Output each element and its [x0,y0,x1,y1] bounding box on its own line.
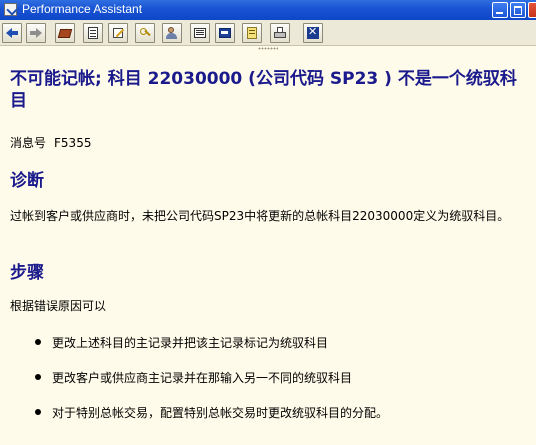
printer-icon [274,27,286,39]
arrow-left-icon [6,27,18,39]
notes-icon [246,27,258,39]
document-button[interactable] [190,23,210,43]
help-content: 不可能记帐; 科目 22030000 (公司代码 SP23 ) 不是一个统驭科目… [0,50,536,445]
close-button[interactable] [303,23,323,43]
diagnosis-title: 诊断 [10,171,44,191]
diagnosis-text: 过帐到客户或供应商时，未把公司代码SP23中将更新的总帐科目22030000定义… [10,209,510,223]
close-window-button[interactable] [528,2,536,18]
users-button[interactable] [162,23,182,43]
print-button[interactable] [270,23,290,43]
list-item: 更改上述科目的主记录并把该主记录标记为统驭科目 [34,334,328,351]
technical-info-button[interactable] [83,23,103,43]
back-button[interactable] [2,23,22,43]
toolbar [0,20,536,46]
list-item: 对于特别总帐交易，配置特别总帐交易时更改统驭科目的分配。 [34,404,388,421]
arrow-right-icon [30,27,42,39]
key-icon [139,27,151,39]
message-number-line: 消息号 F5355 [10,134,91,151]
app-icon [4,3,17,16]
book-icon [59,27,71,39]
notes-button[interactable] [242,23,262,43]
keys-button[interactable] [135,23,155,43]
procedure-title: 步骤 [10,263,44,283]
minimize-button[interactable] [492,2,508,18]
panel-icon [219,27,231,39]
info-panel-button[interactable] [215,23,235,43]
user-icon [166,27,178,39]
edit-button[interactable] [108,23,128,43]
close-icon [307,25,319,39]
message-heading: 不可能记帐; 科目 22030000 (公司代码 SP23 ) 不是一个统驭科目 [10,69,517,111]
message-number: F5355 [54,136,92,150]
help-library-button[interactable] [55,23,75,43]
document-icon [194,27,206,39]
window-title: Performance Assistant [22,2,143,16]
message-number-label: 消息号 [10,136,47,150]
forward-button[interactable] [26,23,46,43]
maximize-button[interactable] [510,2,526,18]
list-item: 更改客户或供应商主记录并在那输入另一不同的统驭科目 [34,369,352,386]
pencil-icon [112,27,124,39]
technical-info-icon [87,27,99,39]
procedure-intro: 根据错误原因可以 [10,299,107,313]
title-bar: Performance Assistant [0,0,536,20]
